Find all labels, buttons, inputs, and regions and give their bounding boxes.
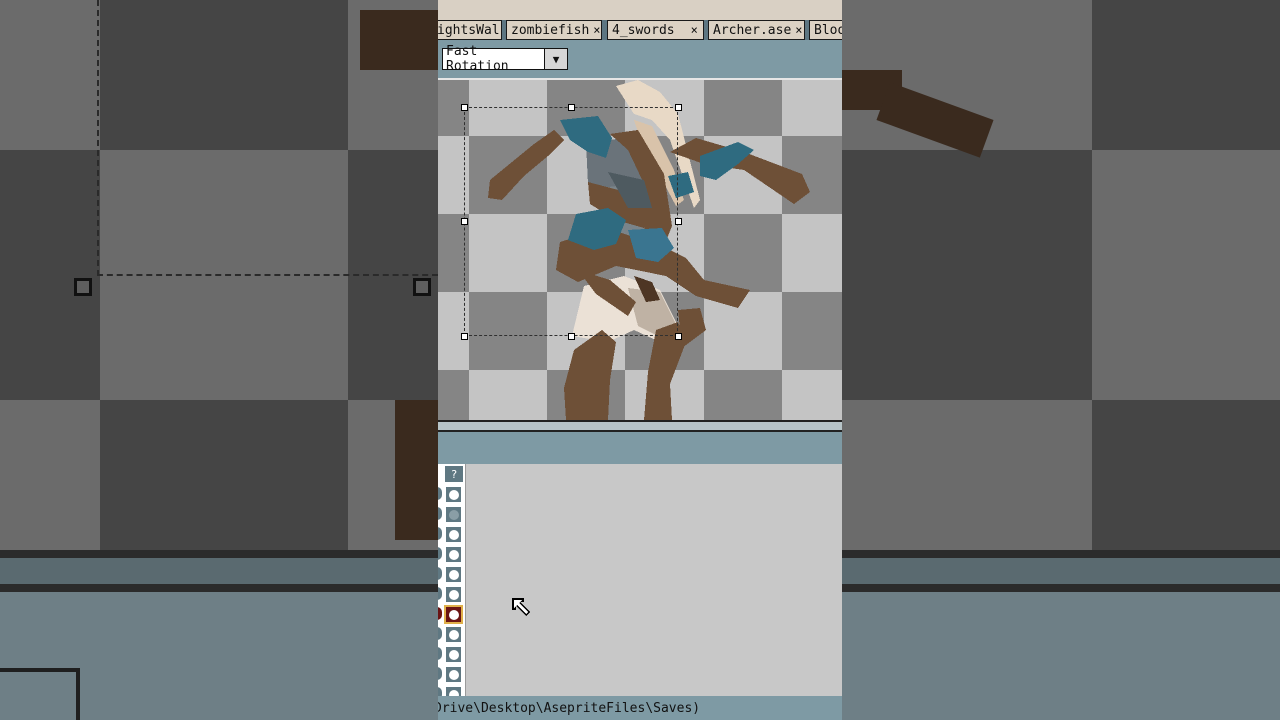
layer-row[interactable] xyxy=(438,524,465,544)
layer-row[interactable] xyxy=(438,624,465,644)
layer-toggle[interactable] xyxy=(438,627,442,640)
layer-row[interactable] xyxy=(438,564,465,584)
layer-row[interactable] xyxy=(438,664,465,684)
bg-tile xyxy=(842,400,1092,550)
layer-toggle[interactable] xyxy=(438,647,442,660)
layer-toggle[interactable] xyxy=(438,587,442,600)
tab-label: Bloo xyxy=(814,22,842,38)
layer-toggle[interactable] xyxy=(438,547,442,560)
layer-row[interactable] xyxy=(438,544,465,564)
visibility-dot-icon[interactable] xyxy=(446,527,461,542)
resize-handle[interactable] xyxy=(461,218,468,225)
bg-selection-line xyxy=(97,274,438,276)
bg-tile xyxy=(1092,0,1280,150)
visibility-dot-icon[interactable] xyxy=(446,487,461,502)
rotation-algorithm-value: Fast Rotation xyxy=(446,44,509,74)
close-icon[interactable]: × xyxy=(795,23,802,37)
aseprite-window: ightsWal × zombiefish × 4_swords × Arche… xyxy=(438,0,842,720)
tab-label: ightsWal xyxy=(438,22,500,38)
resize-handle[interactable] xyxy=(568,104,575,111)
resize-handle[interactable] xyxy=(461,333,468,340)
layer-visibility-column: ? xyxy=(438,464,466,702)
bg-tile xyxy=(842,150,1092,400)
horizontal-scrollbar[interactable] xyxy=(438,420,842,432)
bg-selection-handle xyxy=(413,278,431,296)
layer-toggle[interactable] xyxy=(438,507,442,520)
layer-row[interactable] xyxy=(438,584,465,604)
visibility-dot-icon[interactable] xyxy=(446,587,461,602)
bg-tile xyxy=(0,0,100,150)
document-tab[interactable]: Bloo xyxy=(809,20,842,40)
rotation-algorithm-select[interactable]: Fast Rotation ▼ xyxy=(442,44,568,74)
bg-sprite-blur xyxy=(395,400,438,540)
bg-selection-handle xyxy=(74,278,92,296)
bg-tile xyxy=(1092,400,1280,550)
bg-tile xyxy=(0,150,100,400)
layer-row[interactable] xyxy=(438,504,465,524)
layer-toggle[interactable] xyxy=(438,487,442,500)
layer-toggle[interactable] xyxy=(438,567,442,580)
resize-handle[interactable] xyxy=(675,218,682,225)
file-path-text: Drive\Desktop\AsepriteFiles\Saves) xyxy=(438,700,701,716)
mouse-cursor-icon xyxy=(512,598,530,616)
bg-panel-corner xyxy=(0,668,80,720)
visibility-dot-icon[interactable] xyxy=(444,605,463,624)
timeline-panel[interactable]: ? xyxy=(438,464,842,702)
visibility-dot-icon[interactable] xyxy=(446,667,461,682)
context-bar: Fast Rotation ▼ xyxy=(438,40,842,80)
layer-toggle[interactable] xyxy=(438,607,442,620)
bg-tile xyxy=(1092,150,1280,400)
document-tab[interactable]: ightsWal × xyxy=(438,20,502,40)
title-bar xyxy=(438,0,842,20)
layer-row[interactable] xyxy=(438,644,465,664)
visibility-dot-icon[interactable] xyxy=(446,627,461,642)
bg-tile xyxy=(100,400,348,550)
selection-bounds[interactable] xyxy=(464,107,678,336)
bg-sprite-blur xyxy=(360,10,438,70)
document-tab[interactable]: 4_swords × xyxy=(607,20,704,40)
resize-handle[interactable] xyxy=(461,104,468,111)
visibility-dot-icon[interactable] xyxy=(446,647,461,662)
visibility-dot-icon[interactable] xyxy=(446,547,461,562)
close-icon[interactable]: × xyxy=(593,23,600,37)
resize-handle[interactable] xyxy=(675,333,682,340)
sprite-canvas[interactable] xyxy=(438,80,842,420)
timeline-toolbar xyxy=(438,432,842,465)
resize-handle[interactable] xyxy=(568,333,575,340)
status-bar: Drive\Desktop\AsepriteFiles\Saves) xyxy=(438,696,842,720)
layer-row-active[interactable] xyxy=(438,604,465,624)
layer-row[interactable] xyxy=(438,484,465,504)
document-tab[interactable]: zombiefish × xyxy=(506,20,602,40)
tab-label: Archer.ase xyxy=(713,22,792,38)
bg-tile xyxy=(0,400,100,550)
tab-label: 4_swords xyxy=(612,22,675,38)
bg-tile xyxy=(100,0,348,150)
document-tab-bar: ightsWal × zombiefish × 4_swords × Arche… xyxy=(438,20,842,40)
bg-selection-line xyxy=(97,0,99,276)
visibility-dot-icon[interactable] xyxy=(446,567,461,582)
help-icon[interactable]: ? xyxy=(445,466,463,482)
layer-toggle[interactable] xyxy=(438,667,442,680)
tab-label: zombiefish xyxy=(511,22,590,38)
resize-handle[interactable] xyxy=(675,104,682,111)
document-tab[interactable]: Archer.ase × xyxy=(708,20,805,40)
chevron-down-icon[interactable]: ▼ xyxy=(544,49,567,69)
layer-toggle[interactable] xyxy=(438,527,442,540)
close-icon[interactable]: × xyxy=(691,23,698,37)
visibility-dot-icon[interactable] xyxy=(446,507,461,522)
